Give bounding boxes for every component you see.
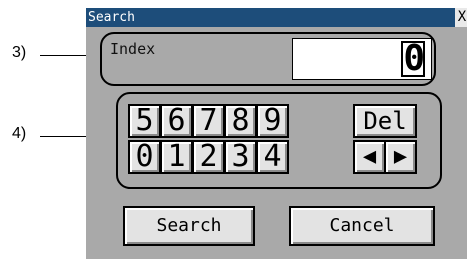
index-panel: Index 0 (100, 32, 436, 86)
callout-4-label: 4) (12, 125, 27, 142)
callout-3-line (40, 55, 86, 56)
cursor-right-button[interactable]: ▶ (384, 140, 417, 174)
left-arrow-icon: ◀ (362, 144, 377, 169)
title-bar: Search X (86, 8, 467, 27)
close-button[interactable]: X (455, 8, 467, 27)
dialog-title: Search (88, 10, 135, 25)
key-5[interactable]: 5 (128, 104, 161, 138)
key-2[interactable]: 2 (192, 140, 225, 174)
key-9[interactable]: 9 (256, 104, 289, 138)
index-value: 0 (401, 38, 425, 79)
key-6[interactable]: 6 (160, 104, 193, 138)
callout-4-line (40, 136, 86, 137)
search-dialog: Search X Index 0 5 6 7 8 9 Del 0 1 2 3 4… (86, 8, 467, 259)
key-8[interactable]: 8 (224, 104, 257, 138)
key-1[interactable]: 1 (160, 140, 193, 174)
search-button[interactable]: Search (123, 206, 255, 246)
cancel-button[interactable]: Cancel (289, 206, 435, 246)
cursor-left-button[interactable]: ◀ (353, 140, 386, 174)
keypad-panel: 5 6 7 8 9 Del 0 1 2 3 4 ◀ ▶ (116, 92, 442, 189)
key-0[interactable]: 0 (128, 140, 161, 174)
index-label: Index (110, 40, 156, 58)
index-input[interactable]: 0 (292, 38, 432, 80)
key-3[interactable]: 3 (224, 140, 257, 174)
right-arrow-icon: ▶ (393, 144, 408, 169)
callout-3-label: 3) (12, 44, 27, 61)
key-4[interactable]: 4 (256, 140, 289, 174)
key-7[interactable]: 7 (192, 104, 225, 138)
delete-button[interactable]: Del (353, 104, 417, 138)
